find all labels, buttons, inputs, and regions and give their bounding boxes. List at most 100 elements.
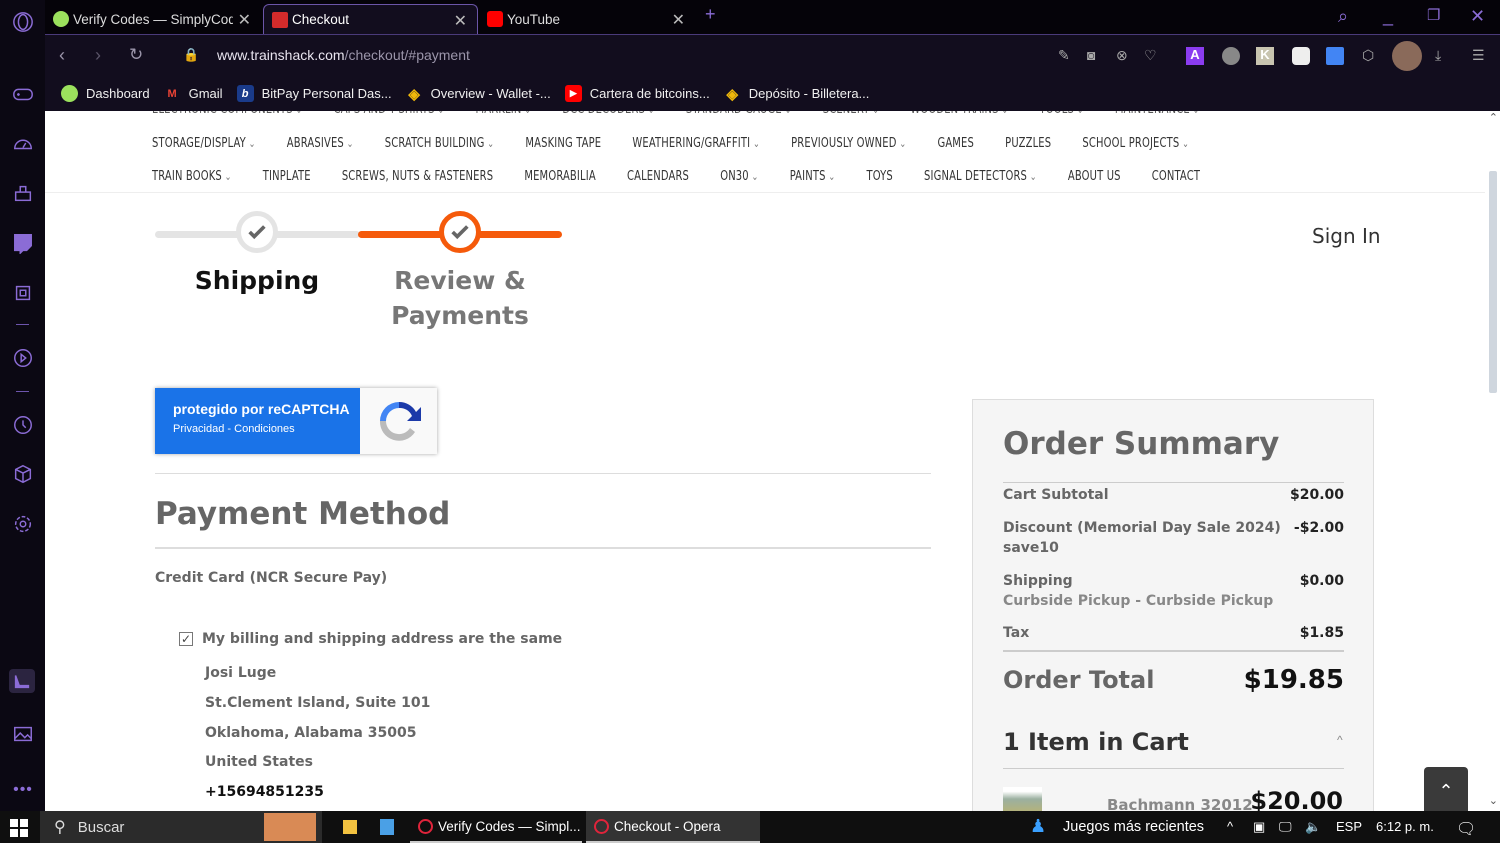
sign-in-link[interactable]: Sign In [1312, 224, 1381, 248]
language-indicator[interactable]: ESP [1336, 819, 1362, 834]
tab-youtube[interactable]: YouTube ✕ [479, 4, 695, 34]
gamepad-icon[interactable] [11, 82, 35, 106]
menu-item-row1-5[interactable]: PREVIOUSLY OWNED [791, 135, 906, 151]
back-to-top-button[interactable]: ⌃ [1424, 767, 1468, 811]
notifications-icon[interactable]: 🗨 [1456, 819, 1476, 839]
scroll-down-icon[interactable]: ⌄ [1489, 794, 1498, 807]
close-tab-icon[interactable]: ✕ [238, 10, 251, 30]
address-phone[interactable]: +15694851235 [205, 784, 324, 800]
pin-icon[interactable]: ✎ [1058, 47, 1076, 65]
menu-item-row0-0[interactable]: ELECTRONIC COMPONENTS [152, 111, 302, 117]
close-window-icon[interactable]: ✕ [1470, 6, 1485, 27]
bookmark-bitpay[interactable]: b BitPay Personal Das... [236, 85, 392, 102]
snapshot-icon[interactable]: ◙ [1087, 47, 1105, 65]
payment-option-credit-card[interactable]: Credit Card (NCR Secure Pay) [155, 570, 387, 586]
menu-item-row0-6[interactable]: WOODEN TRAINS [910, 111, 1008, 117]
menu-item-row1-3[interactable]: MASKING TAPE [525, 135, 601, 151]
extension-bird-icon[interactable] [1222, 47, 1240, 65]
reload-icon[interactable]: ↻ [129, 45, 143, 65]
menu-item-row2-1[interactable]: TINPLATE [263, 168, 311, 184]
profile-avatar[interactable] [1392, 41, 1422, 71]
menu-item-row0-2[interactable]: MARKLIN [476, 111, 532, 117]
tab-verify-codes[interactable]: Verify Codes — SimplyCodes ✕ [45, 4, 261, 34]
menu-item-row2-4[interactable]: CALENDARS [627, 168, 689, 184]
bookmark-overview-wallet[interactable]: ◈ Overview - Wallet -... [406, 85, 550, 103]
volume-icon[interactable]: 🔈 [1305, 819, 1321, 835]
menu-item-row1-7[interactable]: PUZZLES [1005, 135, 1051, 151]
menu-item-row1-8[interactable]: SCHOOL PROJECTS [1082, 135, 1189, 151]
chevron-up-icon[interactable]: ^ [1337, 733, 1343, 747]
menu-item-row1-4[interactable]: WEATHERING/GRAFFITI [632, 135, 760, 151]
close-tab-icon[interactable]: ✕ [454, 11, 467, 31]
cpu-icon[interactable] [11, 281, 35, 305]
microsoft-store-icon[interactable] [372, 811, 394, 843]
recaptcha-badge[interactable]: protegido por reCAPTCHA Privacidad - Con… [155, 388, 437, 454]
google-translate-icon[interactable] [1326, 47, 1344, 65]
tray-chevron-icon[interactable]: ^ [1227, 819, 1233, 834]
forward-icon[interactable]: › [95, 45, 101, 66]
bookmark-gmail[interactable]: M Gmail [164, 85, 223, 102]
menu-item-row1-0[interactable]: STORAGE/DISPLAY [152, 135, 256, 151]
bookmark-dashboard[interactable]: Dashboard [61, 85, 150, 102]
clock[interactable]: 6:12 p. m. [1376, 819, 1434, 834]
extensions-cube-icon[interactable]: ⬡ [1362, 47, 1380, 65]
product-name[interactable]: Bachmann 32012 [1107, 796, 1253, 811]
menu-item-row2-5[interactable]: ON30 [720, 168, 758, 184]
extension-k-icon[interactable]: K [1256, 47, 1274, 65]
menu-item-row2-2[interactable]: SCREWS, NUTS & FASTENERS [342, 168, 493, 184]
easy-setup-icon[interactable]: ☰ [1472, 47, 1490, 65]
menu-item-row2-9[interactable]: ABOUT US [1068, 168, 1121, 184]
aria-icon[interactable] [9, 669, 35, 693]
search-tabs-icon[interactable]: ⌕ [1338, 6, 1348, 27]
menu-item-row0-8[interactable]: MAINTENANCE [1115, 111, 1200, 117]
network-icon[interactable]: 🖵 [1279, 819, 1292, 835]
file-explorer-icon[interactable] [335, 811, 357, 843]
close-tab-icon[interactable]: ✕ [672, 10, 685, 30]
tab-checkout[interactable]: Checkout ✕ [263, 4, 478, 34]
menu-item-row0-4[interactable]: STANDARD GAUGE [686, 111, 792, 117]
recaptcha-links[interactable]: Privacidad - Condiciones [173, 423, 360, 435]
menu-item-row2-10[interactable]: CONTACT [1152, 168, 1200, 184]
minimize-icon[interactable]: _ [1383, 6, 1393, 27]
menu-item-row1-1[interactable]: ABRASIVES [287, 135, 354, 151]
meet-now-icon[interactable]: ▣ [1253, 819, 1265, 835]
scroll-thumb[interactable] [1489, 171, 1497, 393]
menu-item-row0-3[interactable]: DCC DECODERS [562, 111, 654, 117]
same-address-checkbox[interactable]: ✓ My billing and shipping address are th… [179, 631, 562, 647]
menu-item-row1-2[interactable]: SCRATCH BUILDING [385, 135, 494, 151]
restore-icon[interactable]: ❐ [1427, 6, 1440, 24]
menu-item-row0-5[interactable]: SCENERY [823, 111, 879, 117]
menu-item-row2-3[interactable]: MEMORABILIA [524, 168, 595, 184]
opera-logo-icon[interactable] [11, 10, 35, 34]
new-tab-icon[interactable]: + [705, 4, 716, 25]
speed-dial-icon[interactable] [11, 131, 35, 155]
history-icon[interactable] [11, 413, 35, 437]
settings-gear-icon[interactable] [11, 512, 35, 536]
more-options-icon[interactable]: ••• [11, 778, 35, 802]
downloads-icon[interactable]: ⤓ [1435, 47, 1453, 65]
checkbox-checked-icon[interactable]: ✓ [179, 632, 193, 646]
menu-item-row0-1[interactable]: CAPS AND T-SHIRTS [334, 111, 445, 117]
twitch-icon[interactable] [11, 231, 35, 255]
player-icon[interactable] [11, 346, 35, 370]
page-scrollbar[interactable]: ⌃ ⌄ [1485, 111, 1500, 811]
menu-item-row0-7[interactable]: TOOLS [1040, 111, 1084, 117]
bookmark-cartera[interactable]: ▶ Cartera de bitcoins... [564, 85, 710, 102]
extension-a-icon[interactable]: A [1186, 47, 1204, 65]
adblock-icon[interactable]: ⊗ [1116, 47, 1134, 65]
taskbar-app-checkout[interactable]: Checkout - Opera [586, 811, 760, 843]
news-widget-icon[interactable]: ♟ [1030, 816, 1046, 837]
back-icon[interactable]: ‹ [59, 45, 65, 66]
menu-item-row1-6[interactable]: GAMES [937, 135, 974, 151]
taskbar-search[interactable]: ⚲ Buscar [40, 811, 322, 843]
news-widget-text[interactable]: Juegos más recientes [1063, 819, 1204, 835]
cube-icon[interactable] [11, 462, 35, 486]
windows-start-icon[interactable] [10, 819, 28, 840]
items-in-cart-toggle[interactable]: 1 Item in Cart [1003, 728, 1189, 756]
heart-icon[interactable]: ♡ [1144, 47, 1162, 65]
menu-item-row2-0[interactable]: TRAIN BOOKS [152, 168, 232, 184]
menu-item-row2-8[interactable]: SIGNAL DETECTORS [924, 168, 1037, 184]
menu-item-row2-7[interactable]: TOYS [866, 168, 892, 184]
extension-robot-icon[interactable] [1292, 47, 1310, 65]
cleaner-icon[interactable] [11, 181, 35, 205]
